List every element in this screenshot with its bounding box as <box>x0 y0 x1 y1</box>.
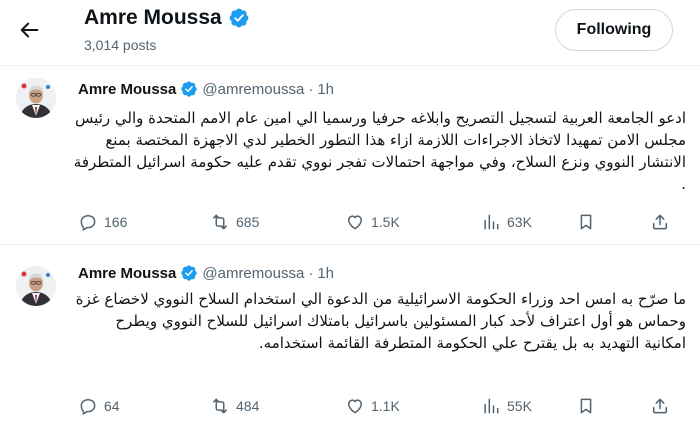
author-name[interactable]: Amre Moussa <box>78 265 176 282</box>
share-button[interactable] <box>650 396 670 416</box>
profile-photo-icon <box>16 266 56 306</box>
tweet-actions: 166 685 1.5K 63K <box>78 212 678 236</box>
reply-button[interactable]: 64 <box>78 396 120 416</box>
views-icon <box>484 398 499 414</box>
avatar[interactable] <box>16 266 56 306</box>
reply-count: 64 <box>104 398 120 414</box>
repost-count: 484 <box>236 398 260 414</box>
repost-icon <box>213 398 227 414</box>
back-button[interactable] <box>14 14 46 46</box>
bookmark-icon <box>580 398 592 414</box>
bookmark-icon <box>580 214 592 230</box>
profile-header: Amre Moussa 3,014 posts Following <box>0 0 700 62</box>
verified-badge-icon <box>181 81 198 97</box>
repost-count: 685 <box>236 214 260 230</box>
tweet-time[interactable]: 1h <box>317 265 334 282</box>
tweet[interactable]: Amre Moussa @amremoussa · 1h ما صرّح به … <box>0 246 700 438</box>
share-icon <box>653 398 667 414</box>
profile-name: Amre Moussa <box>84 6 222 29</box>
reply-icon <box>80 399 96 415</box>
repost-icon <box>213 214 227 230</box>
tweet-actions: 64 484 1.1K 55K <box>78 396 678 420</box>
avatar[interactable] <box>16 78 56 118</box>
share-icon <box>653 214 667 230</box>
reply-button[interactable]: 166 <box>78 212 127 232</box>
tweet-text: ما صرّح به امس احد وزراء الحكومة الاسرائ… <box>75 290 686 352</box>
views-button[interactable]: 63K <box>481 212 532 232</box>
view-count: 63K <box>507 214 532 230</box>
bookmark-button[interactable] <box>576 396 596 416</box>
following-button[interactable]: Following <box>555 9 673 51</box>
views-button[interactable]: 55K <box>481 396 532 416</box>
tweet-meta: Amre Moussa @amremoussa · 1h <box>78 264 334 282</box>
profile-photo-icon <box>16 78 56 118</box>
share-button[interactable] <box>650 212 670 232</box>
tweet[interactable]: Amre Moussa @amremoussa · 1h ادعو الجامع… <box>0 65 700 245</box>
repost-button[interactable]: 685 <box>210 212 259 232</box>
post-count: 3,014 posts <box>84 37 157 53</box>
reply-count: 166 <box>104 214 128 230</box>
reply-icon <box>80 215 96 231</box>
like-button[interactable]: 1.5K <box>345 212 400 232</box>
verified-badge-icon <box>181 265 198 281</box>
verified-badge-icon <box>229 8 249 28</box>
meta-separator: · <box>308 264 314 282</box>
author-name[interactable]: Amre Moussa <box>78 81 176 98</box>
heart-icon <box>348 399 362 414</box>
author-handle[interactable]: @amremoussa <box>202 265 304 282</box>
heart-icon <box>348 215 362 230</box>
like-button[interactable]: 1.1K <box>345 396 400 416</box>
meta-separator: · <box>308 80 314 98</box>
like-count: 1.1K <box>371 398 400 414</box>
profile-name-row: Amre Moussa <box>84 6 250 30</box>
arrow-left-icon <box>20 22 39 38</box>
repost-button[interactable]: 484 <box>210 396 259 416</box>
views-icon <box>484 214 499 230</box>
like-count: 1.5K <box>371 214 400 230</box>
bookmark-button[interactable] <box>576 212 596 232</box>
view-count: 55K <box>507 398 532 414</box>
tweet-time[interactable]: 1h <box>317 81 334 98</box>
tweet-text: ادعو الجامعة العربية لتسجيل التصريح وابل… <box>73 109 686 193</box>
author-handle[interactable]: @amremoussa <box>202 81 304 98</box>
tweet-meta: Amre Moussa @amremoussa · 1h <box>78 80 334 98</box>
